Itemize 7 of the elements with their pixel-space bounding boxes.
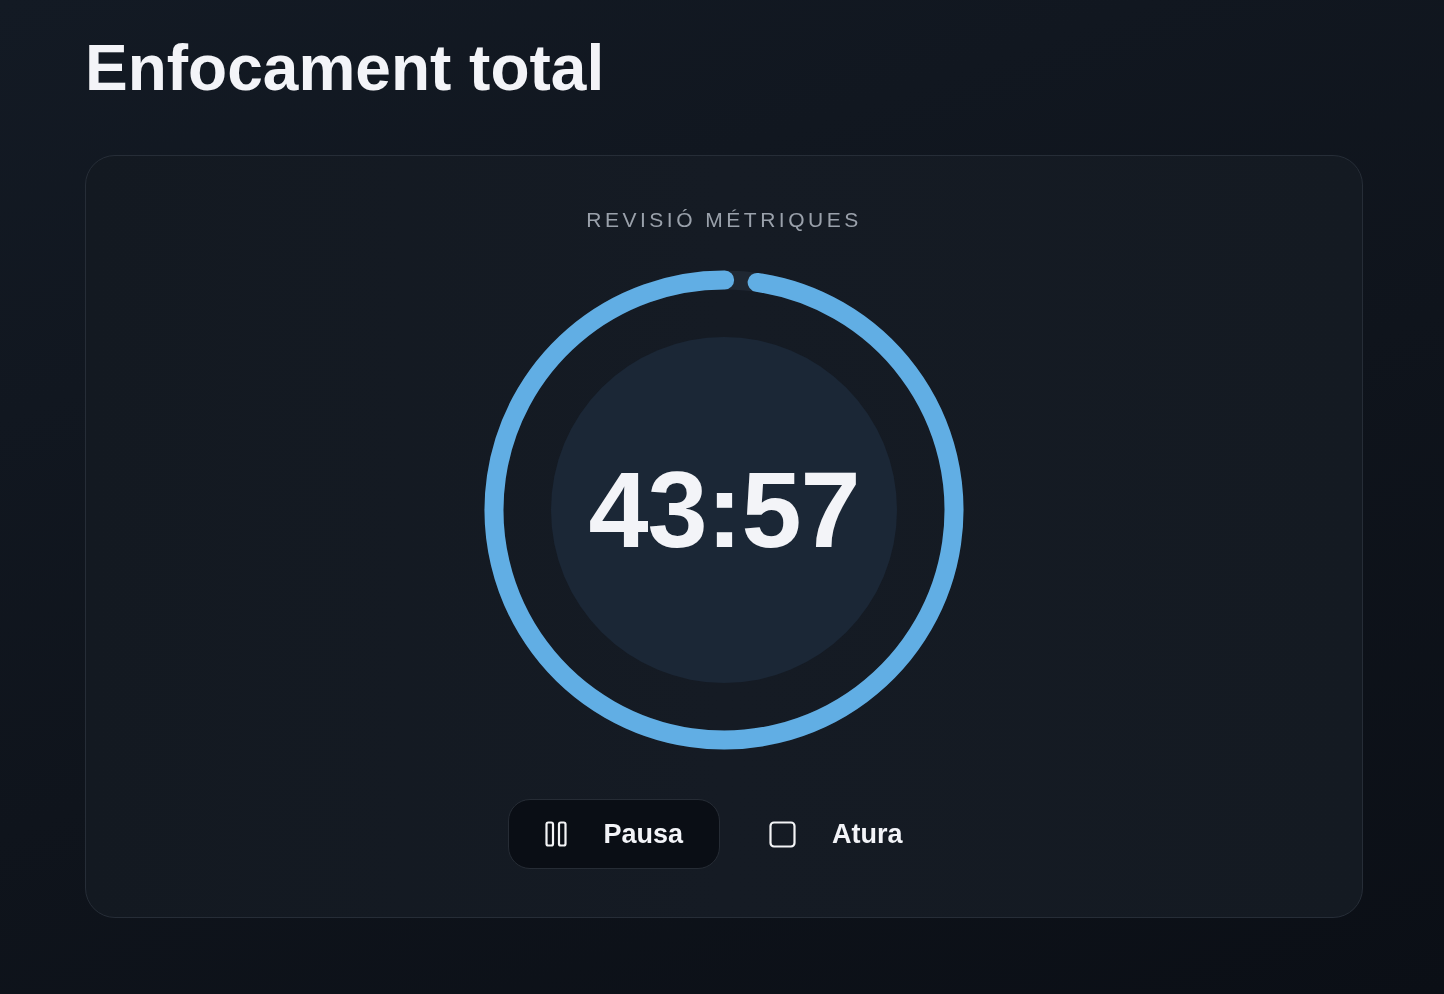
pause-button[interactable]: Pausa xyxy=(508,799,720,869)
stop-icon xyxy=(769,820,796,848)
stop-button[interactable]: Atura xyxy=(732,799,940,869)
session-label: REVISIÓ MÉTRIQUES xyxy=(586,207,862,233)
timer-readout: 43:57 xyxy=(588,450,860,570)
page-title: Enfocament total xyxy=(85,31,605,105)
pause-icon xyxy=(545,821,568,847)
